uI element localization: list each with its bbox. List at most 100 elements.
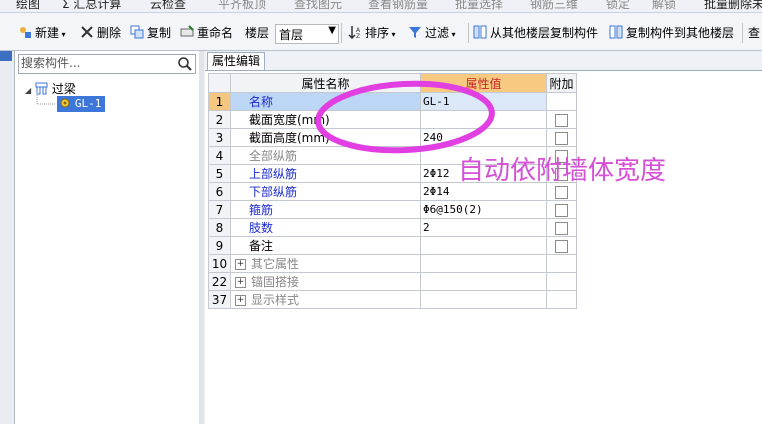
delete-button[interactable]: 删除: [80, 25, 121, 41]
sort-button[interactable]: A Z 排序 ▾: [348, 25, 396, 41]
extra-header[interactable]: 附加: [546, 73, 577, 93]
summary-calc-button[interactable]: Σ 汇总计算: [62, 0, 121, 12]
property-row[interactable]: 7 箍筋 Φ6@150(2): [208, 200, 577, 219]
search-input[interactable]: [21, 56, 171, 70]
find-element-button[interactable]: 查找图元: [294, 0, 342, 12]
tree-node-gl1[interactable]: GL-1: [57, 96, 106, 112]
extra-checkbox[interactable]: [555, 131, 568, 145]
property-value-cell[interactable]: [420, 254, 547, 273]
extra-checkbox[interactable]: [555, 113, 568, 127]
filter-icon: [409, 27, 421, 38]
property-row[interactable]: 9 备注: [208, 236, 577, 255]
property-name: 备注: [249, 239, 274, 253]
extra-checkbox[interactable]: [555, 239, 568, 253]
property-name-cell[interactable]: 备注: [230, 236, 421, 255]
new-icon: [20, 27, 31, 38]
copy-button[interactable]: 复制: [130, 25, 171, 41]
search-icon[interactable]: [177, 56, 193, 72]
row-number: 10: [208, 254, 231, 273]
rename-button[interactable]: 重命名: [180, 25, 233, 41]
pane-splitter[interactable]: [199, 51, 204, 424]
property-name: 截面高度(mm): [249, 131, 330, 145]
property-grid: 属性名称 属性值 附加 1 名称 GL-1 2 截面宽度(mm) 3 截面高度(mm) 240…: [208, 73, 577, 309]
annotation-text: 自动依附墙体宽度: [458, 156, 667, 186]
property-name-cell[interactable]: 上部纵筋: [230, 164, 421, 183]
batch-select-button[interactable]: 批量选择: [455, 0, 503, 12]
extra-cell: [546, 92, 577, 111]
property-row[interactable]: 8 肢数 2: [208, 218, 577, 237]
property-name-cell[interactable]: 箍筋: [230, 200, 421, 219]
extra-cell: [546, 128, 577, 147]
property-name-cell[interactable]: 全部纵筋: [230, 146, 421, 165]
extra-cell: [546, 272, 577, 291]
copy-to-floor-button[interactable]: 复制构件到其他楼层: [609, 25, 734, 41]
property-row[interactable]: 10 + 其它属性: [208, 254, 577, 273]
property-name-cell[interactable]: + 锚固搭接: [230, 272, 421, 291]
filter-button[interactable]: 过滤 ▾: [408, 25, 456, 41]
tree-node-label: GL-1: [74, 97, 102, 110]
extra-checkbox[interactable]: [555, 203, 568, 217]
expand-plus-icon[interactable]: +: [235, 259, 246, 270]
property-value-cell[interactable]: Φ6@150(2): [420, 200, 547, 219]
row-number: 1: [208, 92, 231, 111]
property-value-cell[interactable]: [420, 110, 547, 129]
batch-delete-button[interactable]: 批量删除未: [704, 0, 762, 12]
row-number: 4: [208, 146, 231, 165]
toolbar-divider: [742, 23, 743, 43]
property-value-cell[interactable]: [420, 272, 547, 291]
property-name-cell[interactable]: 下部纵筋: [230, 182, 421, 201]
property-value-cell[interactable]: GL-1: [420, 92, 547, 111]
property-name-cell[interactable]: 截面宽度(mm): [230, 110, 421, 129]
property-name-cell[interactable]: 肢数: [230, 218, 421, 237]
property-value-cell[interactable]: [420, 236, 547, 255]
property-name: 其它属性: [251, 257, 300, 271]
floor-select[interactable]: 首层 ▼: [275, 24, 339, 44]
extra-cell: [546, 236, 577, 255]
cloud-check-button[interactable]: 云检查: [150, 0, 186, 12]
extra-cell: [546, 254, 577, 273]
view-rebar-button[interactable]: 查看钢筋量: [368, 0, 428, 12]
flush-slab-top-button[interactable]: 平齐板顶: [218, 0, 266, 12]
extra-checkbox[interactable]: [555, 185, 568, 199]
property-value-cell[interactable]: [420, 290, 547, 309]
floor-value: 首层: [279, 28, 304, 42]
tree-connector: [36, 91, 55, 105]
search-component-button[interactable]: 查: [748, 25, 760, 41]
extra-checkbox[interactable]: [555, 221, 568, 235]
row-number: 9: [208, 236, 231, 255]
gear-icon: [60, 98, 70, 108]
left-gutter: [0, 51, 13, 424]
property-name-header[interactable]: 属性名称: [230, 73, 421, 93]
draw-button[interactable]: 绘图: [16, 0, 40, 12]
property-value-cell[interactable]: 2: [420, 218, 547, 237]
property-row[interactable]: 2 截面宽度(mm): [208, 110, 577, 129]
collapse-tab[interactable]: [0, 51, 12, 61]
property-editor-pane: 属性编辑 属性名称 属性值 附加 1 名称 GL-1 2 截面宽度(mm) 3 截面高度(m…: [205, 51, 762, 424]
property-name-cell[interactable]: 名称: [230, 92, 421, 111]
property-name: 全部纵筋: [249, 149, 298, 163]
property-row[interactable]: 1 名称 GL-1: [208, 92, 577, 111]
sort-icon: AZ: [348, 26, 361, 39]
property-row[interactable]: 37 + 显示样式: [208, 290, 577, 309]
property-name-cell[interactable]: + 显示样式: [230, 290, 421, 309]
property-row[interactable]: 3 截面高度(mm) 240: [208, 128, 577, 147]
expand-plus-icon[interactable]: +: [235, 295, 246, 306]
unlock-button[interactable]: 解锁: [652, 0, 676, 12]
copy-from-floor-button[interactable]: 从其他楼层复制构件: [473, 25, 598, 41]
expand-toggle-icon[interactable]: ◢: [25, 86, 31, 95]
property-value-header[interactable]: 属性值: [420, 73, 547, 93]
expand-plus-icon[interactable]: +: [235, 277, 246, 288]
row-number: 8: [208, 218, 231, 237]
property-row[interactable]: 22 + 锚固搭接: [208, 272, 577, 291]
property-value-cell[interactable]: 240: [420, 128, 547, 147]
lock-button[interactable]: 锁定: [606, 0, 630, 12]
extra-cell: [546, 200, 577, 219]
property-name-cell[interactable]: 截面高度(mm): [230, 128, 421, 147]
rebar-3d-button[interactable]: 钢筋三维: [530, 0, 578, 12]
new-button[interactable]: 新建 ▾: [18, 25, 66, 41]
property-name-cell[interactable]: + 其它属性: [230, 254, 421, 273]
svg-text:Z: Z: [356, 33, 360, 39]
tab-property-edit[interactable]: 属性编辑: [207, 52, 266, 70]
row-number: 2: [208, 110, 231, 129]
copy-from-floor-icon: [473, 25, 487, 39]
